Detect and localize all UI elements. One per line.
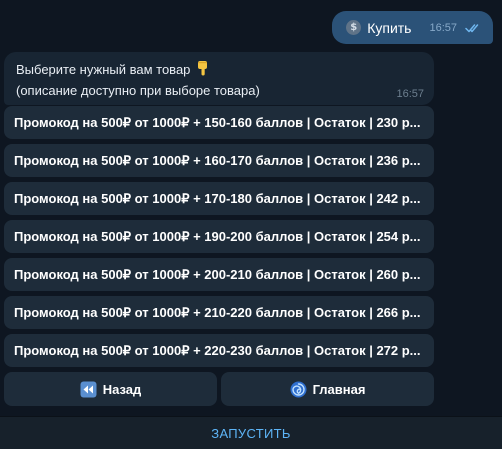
promo-option-button[interactable]: Промокод на 500₽ от 1000₽ + 190-200 балл… bbox=[4, 220, 434, 253]
promo-option-label: Промокод на 500₽ от 1000₽ + 190-200 балл… bbox=[14, 228, 421, 244]
start-bot-bar[interactable]: ЗАПУСТИТЬ bbox=[0, 416, 502, 449]
cyclone-icon bbox=[290, 381, 307, 398]
home-button[interactable]: Главная bbox=[221, 372, 434, 406]
rewind-icon bbox=[80, 381, 97, 398]
incoming-message: Выберите нужный вам товар (описание дост… bbox=[4, 52, 434, 105]
dollar-coin-icon: $ bbox=[346, 20, 362, 35]
promo-option-button[interactable]: Промокод на 500₽ от 1000₽ + 210-220 балл… bbox=[4, 296, 434, 329]
back-button[interactable]: Назад bbox=[4, 372, 217, 406]
promo-option-button[interactable]: Промокод на 500₽ от 1000₽ + 220-230 балл… bbox=[4, 334, 434, 367]
navigation-row: Назад Главная bbox=[4, 372, 434, 406]
promo-option-label: Промокод на 500₽ от 1000₽ + 160-170 балл… bbox=[14, 152, 421, 168]
promo-option-button[interactable]: Промокод на 500₽ от 1000₽ + 170-180 балл… bbox=[4, 182, 434, 215]
start-button-label: ЗАПУСТИТЬ bbox=[211, 425, 291, 441]
promo-option-label: Промокод на 500₽ от 1000₽ + 170-180 балл… bbox=[14, 190, 421, 206]
incoming-message-line1: Выберите нужный вам товар bbox=[16, 62, 191, 77]
outgoing-message-time: 16:57 bbox=[429, 21, 457, 34]
back-button-label: Назад bbox=[102, 381, 142, 397]
inline-keyboard: Промокод на 500₽ от 1000₽ + 150-160 балл… bbox=[4, 106, 434, 406]
promo-option-label: Промокод на 500₽ от 1000₽ + 200-210 балл… bbox=[14, 266, 421, 282]
incoming-message-line2: (описание доступно при выборе товара) bbox=[16, 83, 260, 98]
outgoing-message-text: Купить bbox=[367, 19, 412, 36]
promo-option-button[interactable]: Промокод на 500₽ от 1000₽ + 160-170 балл… bbox=[4, 144, 434, 177]
promo-option-button[interactable]: Промокод на 500₽ от 1000₽ + 150-160 балл… bbox=[4, 106, 434, 139]
promo-option-label: Промокод на 500₽ от 1000₽ + 210-220 балл… bbox=[14, 304, 421, 320]
promo-option-label: Промокод на 500₽ от 1000₽ + 150-160 балл… bbox=[14, 114, 421, 130]
home-button-label: Главная bbox=[312, 381, 366, 397]
double-check-icon bbox=[465, 23, 481, 33]
incoming-message-line1-row: Выберите нужный вам товар bbox=[16, 60, 422, 81]
incoming-message-time: 16:57 bbox=[396, 88, 424, 100]
pointing-down-hand-icon bbox=[197, 61, 209, 81]
outgoing-message[interactable]: $ Купить 16:57 bbox=[332, 11, 493, 44]
promo-option-button[interactable]: Промокод на 500₽ от 1000₽ + 200-210 балл… bbox=[4, 258, 434, 291]
promo-option-label: Промокод на 500₽ от 1000₽ + 220-230 балл… bbox=[14, 342, 421, 358]
